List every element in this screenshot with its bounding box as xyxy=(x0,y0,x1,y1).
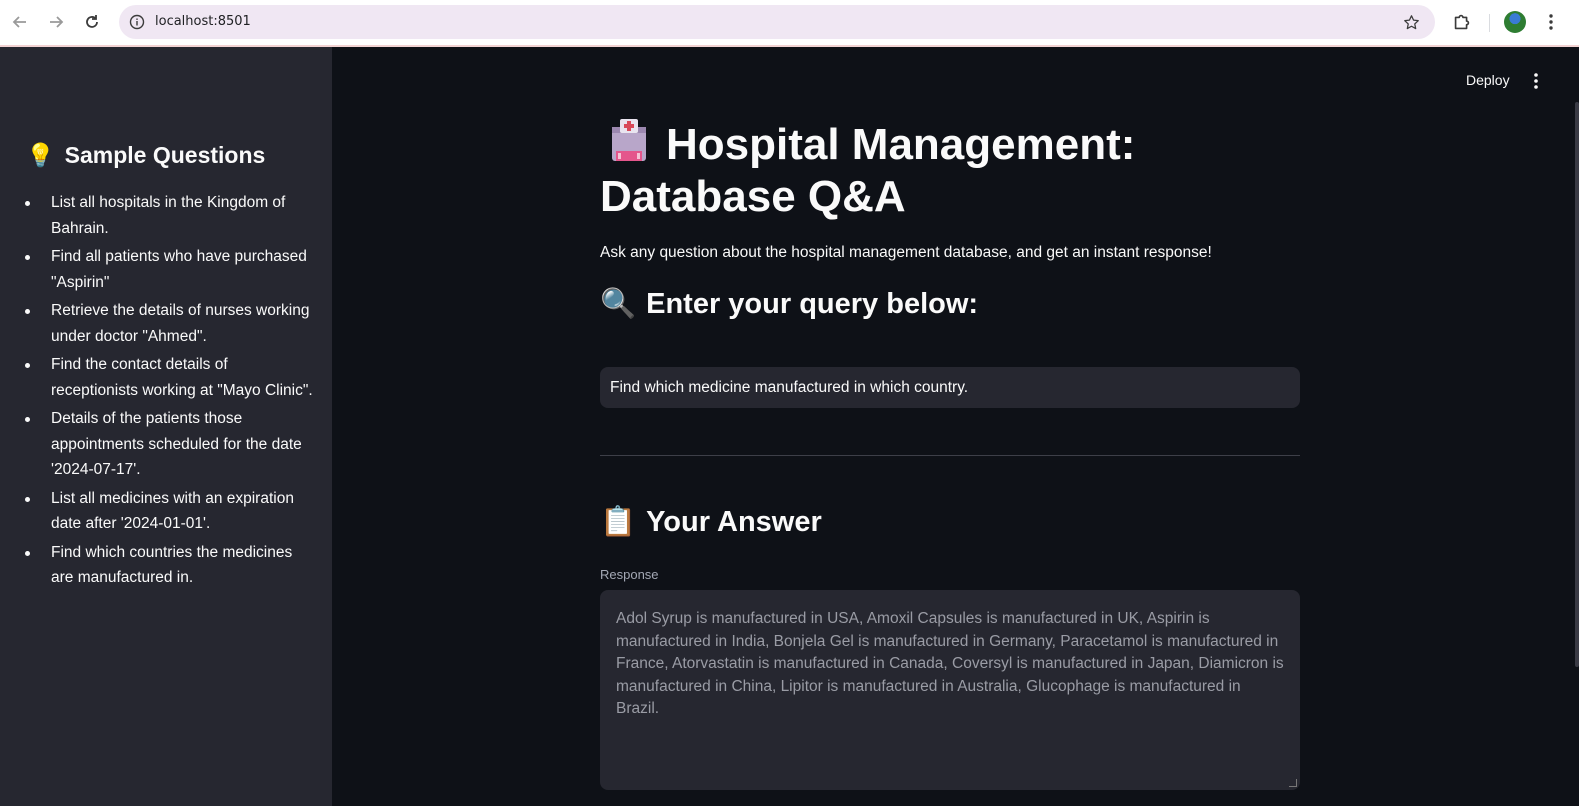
back-icon[interactable] xyxy=(9,11,31,33)
magnifier-icon: 🔍 xyxy=(600,288,637,320)
clipboard-icon: 📋 xyxy=(600,506,637,538)
site-info-icon[interactable] xyxy=(127,12,147,32)
address-bar[interactable]: localhost:8501 xyxy=(119,5,1435,39)
query-input-value[interactable]: Find which medicine manufactured in whic… xyxy=(610,379,968,397)
answer-heading-text: Your Answer xyxy=(646,505,822,538)
page-title: Hospital Management: Database Q&A xyxy=(600,117,1320,223)
sidebar-heading-text: Sample Questions xyxy=(64,142,266,168)
sidebar: 💡 Sample Questions List all hospitals in… xyxy=(0,47,332,806)
resize-handle[interactable] xyxy=(1289,779,1297,787)
divider xyxy=(600,455,1300,456)
forward-icon[interactable] xyxy=(45,11,67,33)
extensions-icon[interactable] xyxy=(1451,11,1473,33)
url-text[interactable]: localhost:8501 xyxy=(155,14,251,29)
app-menu-icon[interactable] xyxy=(1526,69,1546,93)
page-subtitle: Ask any question about the hospital mana… xyxy=(600,244,1212,261)
page-title-text: Hospital Management: Database Q&A xyxy=(600,120,1136,221)
list-item: Find the contact details of receptionist… xyxy=(25,352,315,403)
sample-questions-list: List all hospitals in the Kingdom of Bah… xyxy=(25,190,315,594)
answer-heading: 📋 Your Answer xyxy=(600,505,822,539)
main-content: Deploy Hospital Management: Database Q&A… xyxy=(332,47,1579,806)
response-label: Response xyxy=(600,567,659,582)
sidebar-heading: 💡 Sample Questions xyxy=(26,142,265,169)
list-item: List all hospitals in the Kingdom of Bah… xyxy=(25,190,315,241)
deploy-button[interactable]: Deploy xyxy=(1466,72,1510,88)
browser-toolbar: localhost:8501 xyxy=(0,0,1579,47)
scrollbar[interactable] xyxy=(1575,102,1579,667)
profile-avatar[interactable] xyxy=(1504,11,1526,33)
query-heading: 🔍 Enter your query below: xyxy=(600,287,978,321)
list-item: Find which countries the medicines are m… xyxy=(25,540,315,591)
browser-menu-icon[interactable] xyxy=(1540,11,1562,33)
reload-icon[interactable] xyxy=(81,11,103,33)
list-item: Retrieve the details of nurses working u… xyxy=(25,298,315,349)
toolbar-divider xyxy=(1489,14,1490,32)
list-item: Details of the patients those appointmen… xyxy=(25,406,315,483)
lightbulb-icon: 💡 xyxy=(26,142,55,168)
hospital-icon xyxy=(606,117,652,161)
response-text[interactable]: Adol Syrup is manufactured in USA, Amoxi… xyxy=(616,610,1284,717)
list-item: List all medicines with an expiration da… xyxy=(25,486,315,537)
bookmark-star-icon[interactable] xyxy=(1401,12,1421,32)
query-heading-text: Enter your query below: xyxy=(646,287,979,320)
response-textarea[interactable]: Adol Syrup is manufactured in USA, Amoxi… xyxy=(600,590,1300,790)
list-item: Find all patients who have purchased "As… xyxy=(25,244,315,295)
query-input[interactable]: Find which medicine manufactured in whic… xyxy=(600,367,1300,408)
